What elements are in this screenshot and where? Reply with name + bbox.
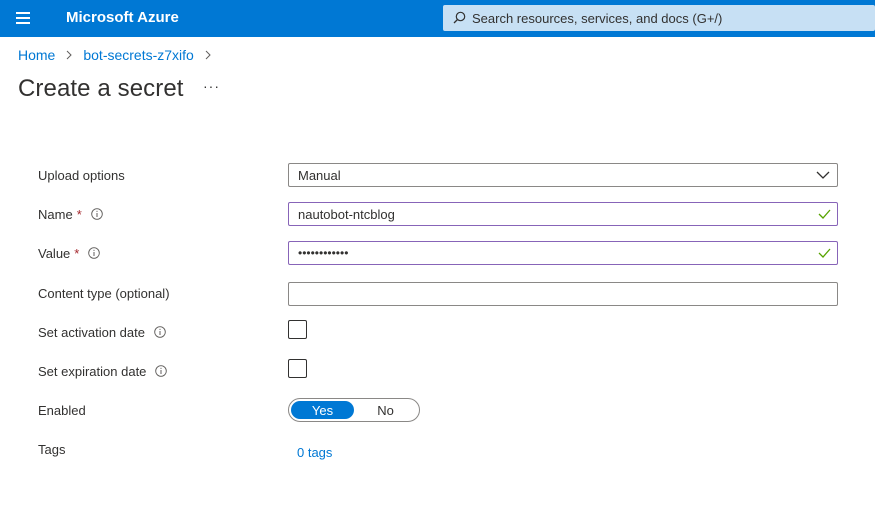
value-label: Value *	[38, 243, 101, 263]
value-field[interactable]: ••••••••••••	[288, 241, 838, 265]
required-marker: *	[74, 245, 80, 261]
page-title: Create a secret	[18, 75, 184, 102]
activation-date-label-text: Set activation date	[38, 324, 145, 340]
upload-options-value: Manual	[298, 167, 341, 183]
activation-date-label: Set activation date	[38, 322, 166, 342]
hamburger-icon[interactable]	[16, 12, 30, 24]
expiration-date-label: Set expiration date	[38, 361, 168, 381]
upload-options-dropdown[interactable]: Manual	[288, 163, 838, 187]
value-masked-text[interactable]: ••••••••••••	[298, 246, 348, 260]
brand-title[interactable]: Microsoft Azure	[66, 9, 179, 26]
tags-label-text: Tags	[38, 441, 66, 457]
content-type-field[interactable]	[288, 282, 838, 306]
chevron-right-icon	[200, 47, 216, 63]
breadcrumb-keyvault[interactable]: bot-secrets-z7xifo	[83, 47, 193, 63]
enabled-toggle[interactable]: Yes No	[288, 398, 420, 422]
tags-link[interactable]: 0 tags	[297, 445, 332, 460]
breadcrumb-home[interactable]: Home	[18, 47, 55, 63]
required-marker: *	[76, 206, 82, 222]
upload-options-label-text: Upload options	[38, 167, 125, 183]
enabled-no-option[interactable]: No	[354, 401, 417, 419]
enabled-yes-option[interactable]: Yes	[291, 401, 354, 419]
name-input[interactable]	[298, 206, 798, 222]
value-label-text: Value	[38, 245, 71, 261]
content-type-input[interactable]	[298, 286, 798, 302]
info-icon[interactable]	[90, 208, 103, 220]
search-icon	[453, 11, 466, 24]
upload-options-label: Upload options	[38, 165, 125, 185]
enabled-label-text: Enabled	[38, 402, 86, 418]
content-type-label: Content type (optional)	[38, 283, 170, 303]
name-field[interactable]	[288, 202, 838, 226]
enabled-label: Enabled	[38, 400, 86, 420]
info-icon[interactable]	[88, 247, 101, 259]
info-icon[interactable]	[154, 326, 166, 338]
breadcrumb: Home bot-secrets-z7xifo	[18, 47, 222, 63]
more-options-button[interactable]: ···	[203, 78, 220, 94]
global-search-box[interactable]	[443, 5, 875, 31]
top-nav-bar: Microsoft Azure	[0, 0, 875, 37]
name-label-text: Name	[38, 206, 73, 222]
checkmark-icon	[818, 209, 831, 219]
checkmark-icon	[818, 248, 831, 258]
expiration-date-checkbox[interactable]	[288, 359, 307, 378]
expiration-date-label-text: Set expiration date	[38, 363, 147, 379]
tags-label: Tags	[38, 439, 65, 459]
chevron-down-icon	[816, 171, 830, 179]
chevron-right-icon	[61, 47, 77, 63]
info-icon[interactable]	[155, 365, 168, 377]
activation-date-checkbox[interactable]	[288, 320, 307, 339]
content-type-label-text: Content type (optional)	[38, 285, 170, 301]
search-input[interactable]	[472, 5, 867, 31]
name-label: Name *	[38, 204, 103, 224]
